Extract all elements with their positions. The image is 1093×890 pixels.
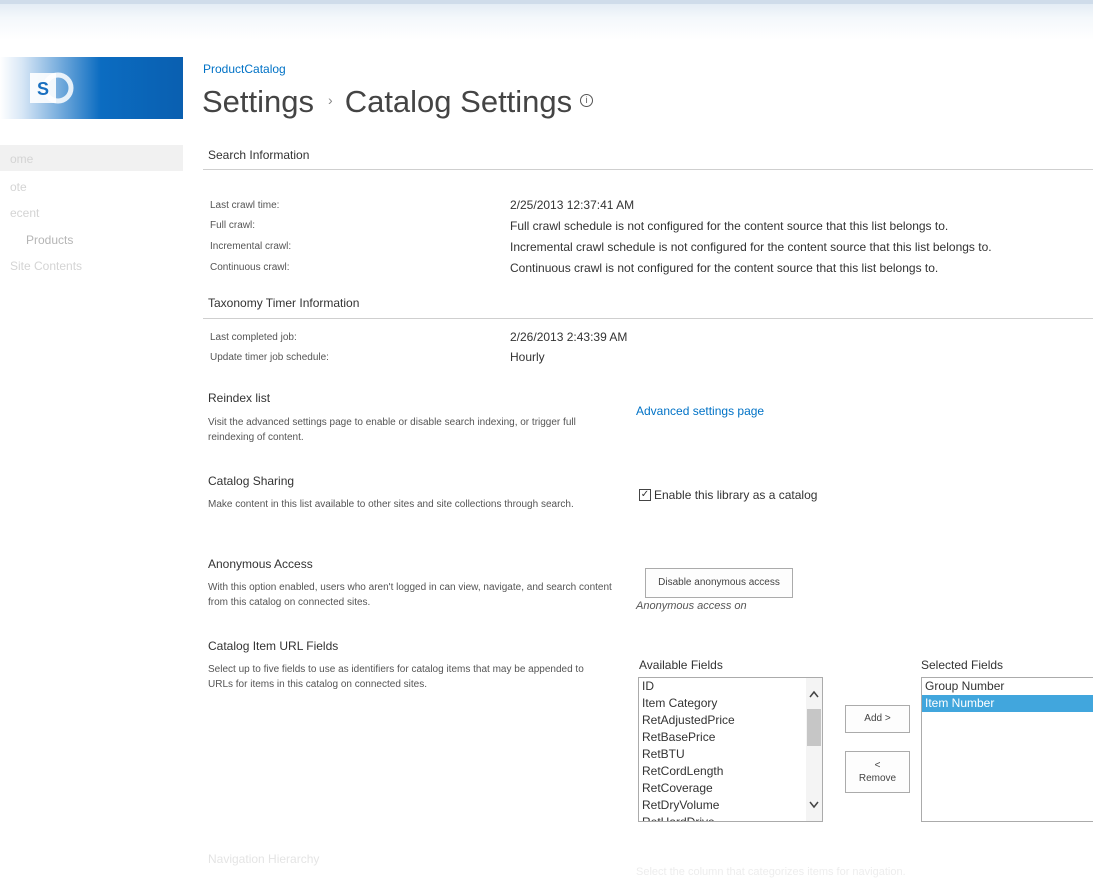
list-item[interactable]: RetHardDrive bbox=[639, 814, 822, 821]
list-item[interactable]: ID bbox=[639, 678, 822, 695]
enable-catalog-label[interactable]: Enable this library as a catalog bbox=[654, 488, 817, 502]
breadcrumb-site-link[interactable]: ProductCatalog bbox=[203, 62, 286, 76]
full-crawl-value: Full crawl schedule is not configured fo… bbox=[510, 219, 949, 233]
title-current: Catalog Settings bbox=[344, 84, 573, 119]
title-parent[interactable]: Settings bbox=[202, 84, 314, 119]
nav-item-recent[interactable]: ecent bbox=[10, 206, 39, 220]
page-title: Settings › Catalog Settings i bbox=[202, 84, 594, 120]
selected-fields-listbox[interactable]: Group Number Item Number bbox=[921, 677, 1093, 822]
sharepoint-logo[interactable]: S bbox=[0, 57, 183, 119]
nav-item-products[interactable]: Products bbox=[26, 233, 73, 247]
available-fields-scrollbar[interactable] bbox=[806, 678, 822, 821]
url-fields-title: Catalog Item URL Fields bbox=[208, 639, 339, 653]
remove-arrow-icon: < bbox=[874, 760, 881, 771]
anonymous-access-description: With this option enabled, users who aren… bbox=[208, 582, 612, 608]
enable-catalog-checkbox[interactable]: ✓ bbox=[639, 488, 651, 501]
svg-text:S: S bbox=[37, 79, 49, 99]
list-item-selected[interactable]: Item Number bbox=[922, 695, 1093, 712]
anonymous-access-status: Anonymous access on bbox=[636, 600, 747, 612]
search-information-divider bbox=[203, 169, 1093, 170]
add-field-button[interactable]: Add > bbox=[845, 705, 910, 733]
timer-schedule-label: Update timer job schedule: bbox=[210, 352, 329, 363]
last-crawl-value: 2/25/2013 12:37:41 AM bbox=[510, 198, 635, 212]
chevron-up-icon[interactable] bbox=[809, 690, 819, 698]
scrollbar-thumb[interactable] bbox=[807, 709, 821, 746]
list-item[interactable]: RetAdjustedPrice bbox=[639, 712, 822, 729]
reindex-title: Reindex list bbox=[208, 391, 271, 405]
incremental-crawl-value: Incremental crawl schedule is not config… bbox=[510, 240, 992, 254]
nav-item-notebook[interactable]: ote bbox=[10, 180, 27, 194]
url-fields-description: Select up to five fields to use as ident… bbox=[208, 664, 584, 690]
nav-item-home[interactable]: ome bbox=[10, 152, 33, 166]
available-fields-listbox[interactable]: ID Item Category RetAdjustedPrice RetBas… bbox=[638, 677, 823, 822]
title-separator-icon: › bbox=[328, 92, 333, 108]
list-item[interactable]: RetCoverage bbox=[639, 780, 822, 797]
continuous-crawl-label: Continuous crawl: bbox=[210, 262, 290, 273]
list-item[interactable]: RetDryVolume bbox=[639, 797, 822, 814]
enable-catalog-row: ✓ Enable this library as a catalog bbox=[639, 488, 817, 502]
anonymous-access-title: Anonymous Access bbox=[208, 557, 313, 571]
last-completed-job-value: 2/26/2013 2:43:39 AM bbox=[510, 330, 628, 344]
search-information-heading: Search Information bbox=[208, 148, 310, 162]
list-item[interactable]: Item Category bbox=[639, 695, 822, 712]
nav-item-site-contents[interactable]: Site Contents bbox=[10, 259, 82, 273]
incremental-crawl-label: Incremental crawl: bbox=[210, 241, 292, 252]
remove-button-label: Remove bbox=[858, 773, 897, 784]
advanced-settings-link[interactable]: Advanced settings page bbox=[636, 404, 764, 418]
list-item[interactable]: RetBTU bbox=[639, 746, 822, 763]
chevron-down-icon[interactable] bbox=[809, 801, 819, 809]
last-crawl-label: Last crawl time: bbox=[210, 200, 280, 211]
remove-field-button[interactable]: < Remove bbox=[845, 751, 910, 793]
sharepoint-logo-icon: S bbox=[30, 72, 74, 104]
selected-fields-caption: Selected Fields bbox=[921, 658, 1004, 672]
info-icon[interactable]: i bbox=[580, 94, 594, 108]
taxonomy-heading: Taxonomy Timer Information bbox=[208, 296, 360, 310]
bottom-fade-overlay bbox=[0, 830, 1093, 890]
reindex-description: Visit the advanced settings page to enab… bbox=[208, 417, 576, 443]
available-fields-caption: Available Fields bbox=[639, 658, 723, 672]
navigation-hierarchy-title: Navigation Hierarchy bbox=[208, 852, 320, 866]
last-completed-job-label: Last completed job: bbox=[210, 332, 297, 343]
navigation-hierarchy-description: Select the column that categorizes items… bbox=[636, 866, 906, 878]
taxonomy-divider bbox=[203, 318, 1093, 319]
top-ribbon-band bbox=[0, 0, 1093, 40]
ribbon-edge bbox=[0, 0, 1093, 4]
continuous-crawl-value: Continuous crawl is not configured for t… bbox=[510, 261, 939, 275]
list-item[interactable]: Group Number bbox=[922, 678, 1093, 695]
timer-schedule-value: Hourly bbox=[510, 350, 545, 364]
list-item[interactable]: RetCordLength bbox=[639, 763, 822, 780]
catalog-sharing-title: Catalog Sharing bbox=[208, 474, 295, 488]
catalog-sharing-description: Make content in this list available to o… bbox=[208, 499, 574, 510]
list-item[interactable]: RetBasePrice bbox=[639, 729, 822, 746]
full-crawl-label: Full crawl: bbox=[210, 220, 256, 231]
disable-anonymous-access-button[interactable]: Disable anonymous access bbox=[645, 568, 793, 598]
